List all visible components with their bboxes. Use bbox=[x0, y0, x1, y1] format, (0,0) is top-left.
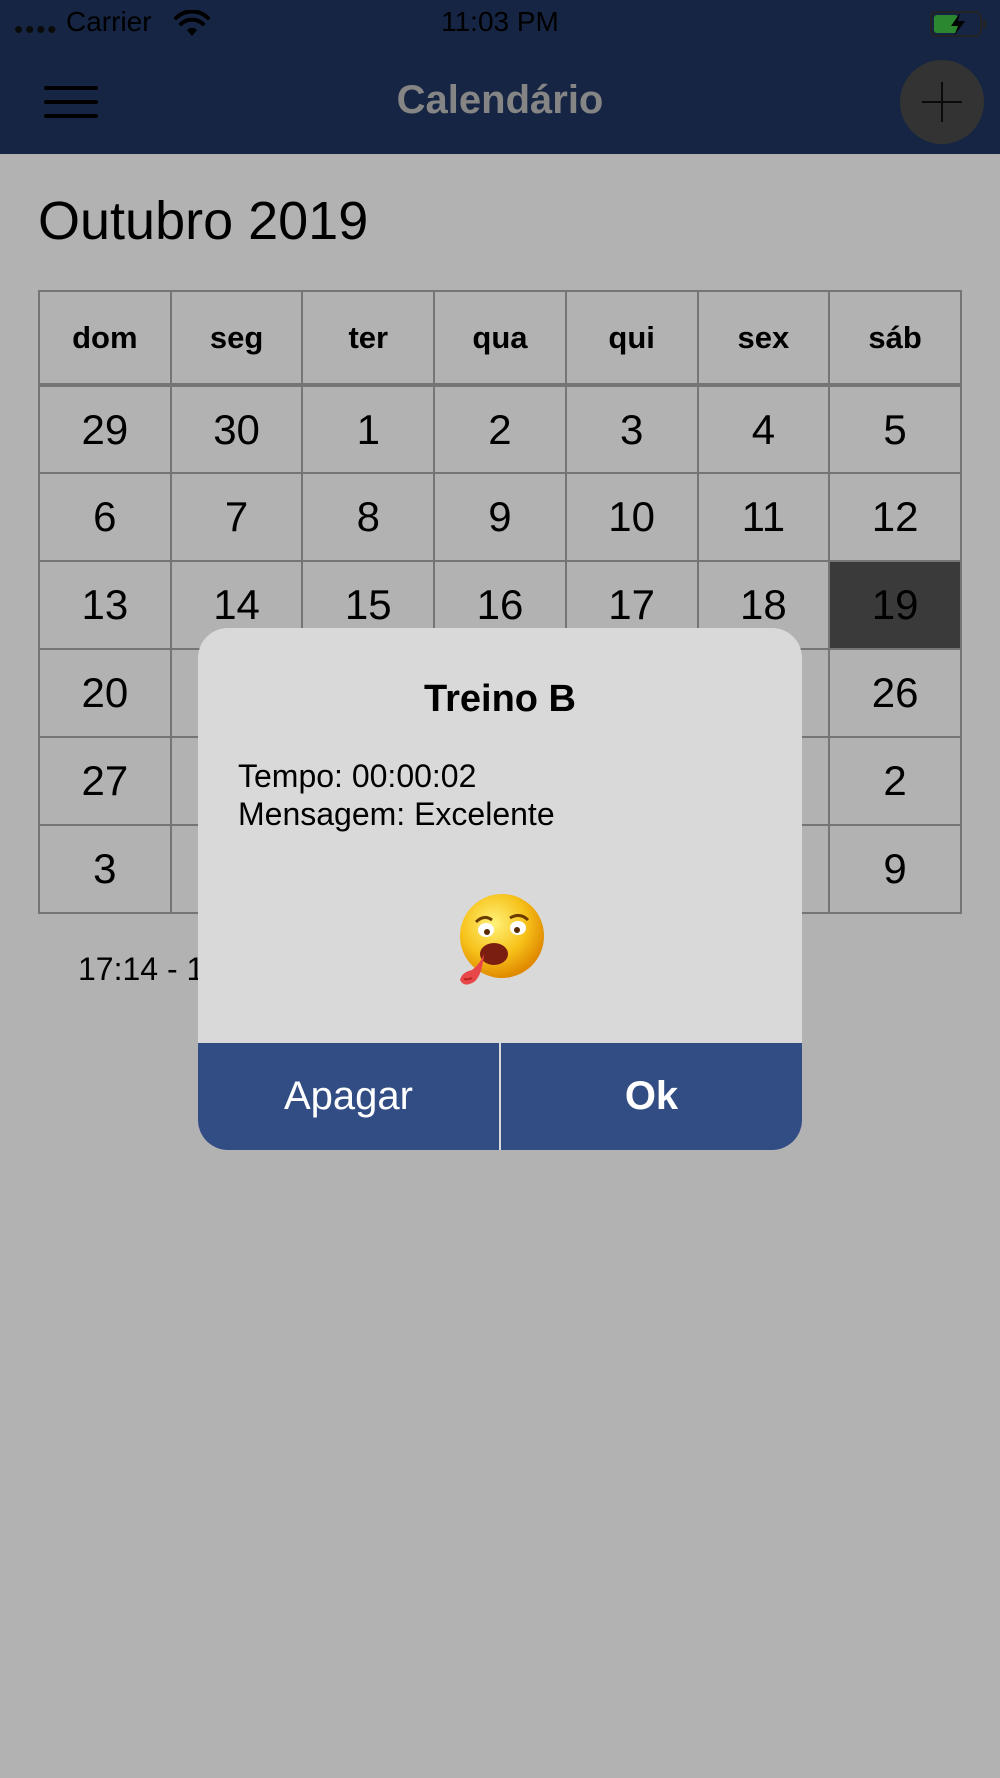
delete-button[interactable]: Apagar bbox=[198, 1043, 499, 1150]
dialog-message-text: Mensagem: Excelente bbox=[238, 796, 555, 832]
dialog-button-row: Apagar Ok bbox=[198, 1043, 802, 1150]
workout-dialog: Treino B Tempo: 00:00:02 Mensagem: Excel… bbox=[198, 628, 802, 1150]
ok-button[interactable]: Ok bbox=[501, 1043, 802, 1150]
exhausted-face-emoji-icon bbox=[460, 894, 544, 985]
dialog-title: Treino B bbox=[423, 678, 577, 720]
dialog-time-text: Tempo: 00:00:02 bbox=[238, 758, 477, 794]
